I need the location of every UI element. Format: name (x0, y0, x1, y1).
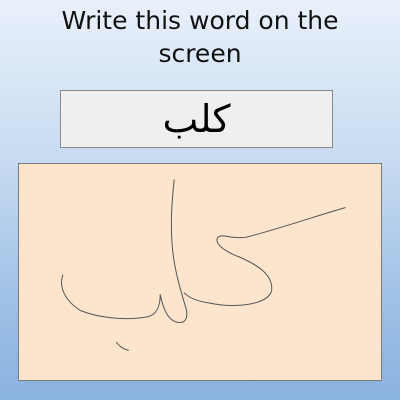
handwriting-stroke-dot (115, 341, 129, 351)
instruction-heading: Write this word on the screen (61, 6, 339, 68)
target-word: كلب (162, 97, 231, 141)
handwriting-stroke-ba (61, 274, 161, 320)
handwriting-strokes (61, 179, 346, 351)
drawing-canvas[interactable] (18, 163, 382, 381)
handwriting-stroke-kaf (183, 207, 346, 306)
handwriting-stroke-lam (159, 179, 188, 324)
target-word-box: كلب (60, 90, 333, 148)
